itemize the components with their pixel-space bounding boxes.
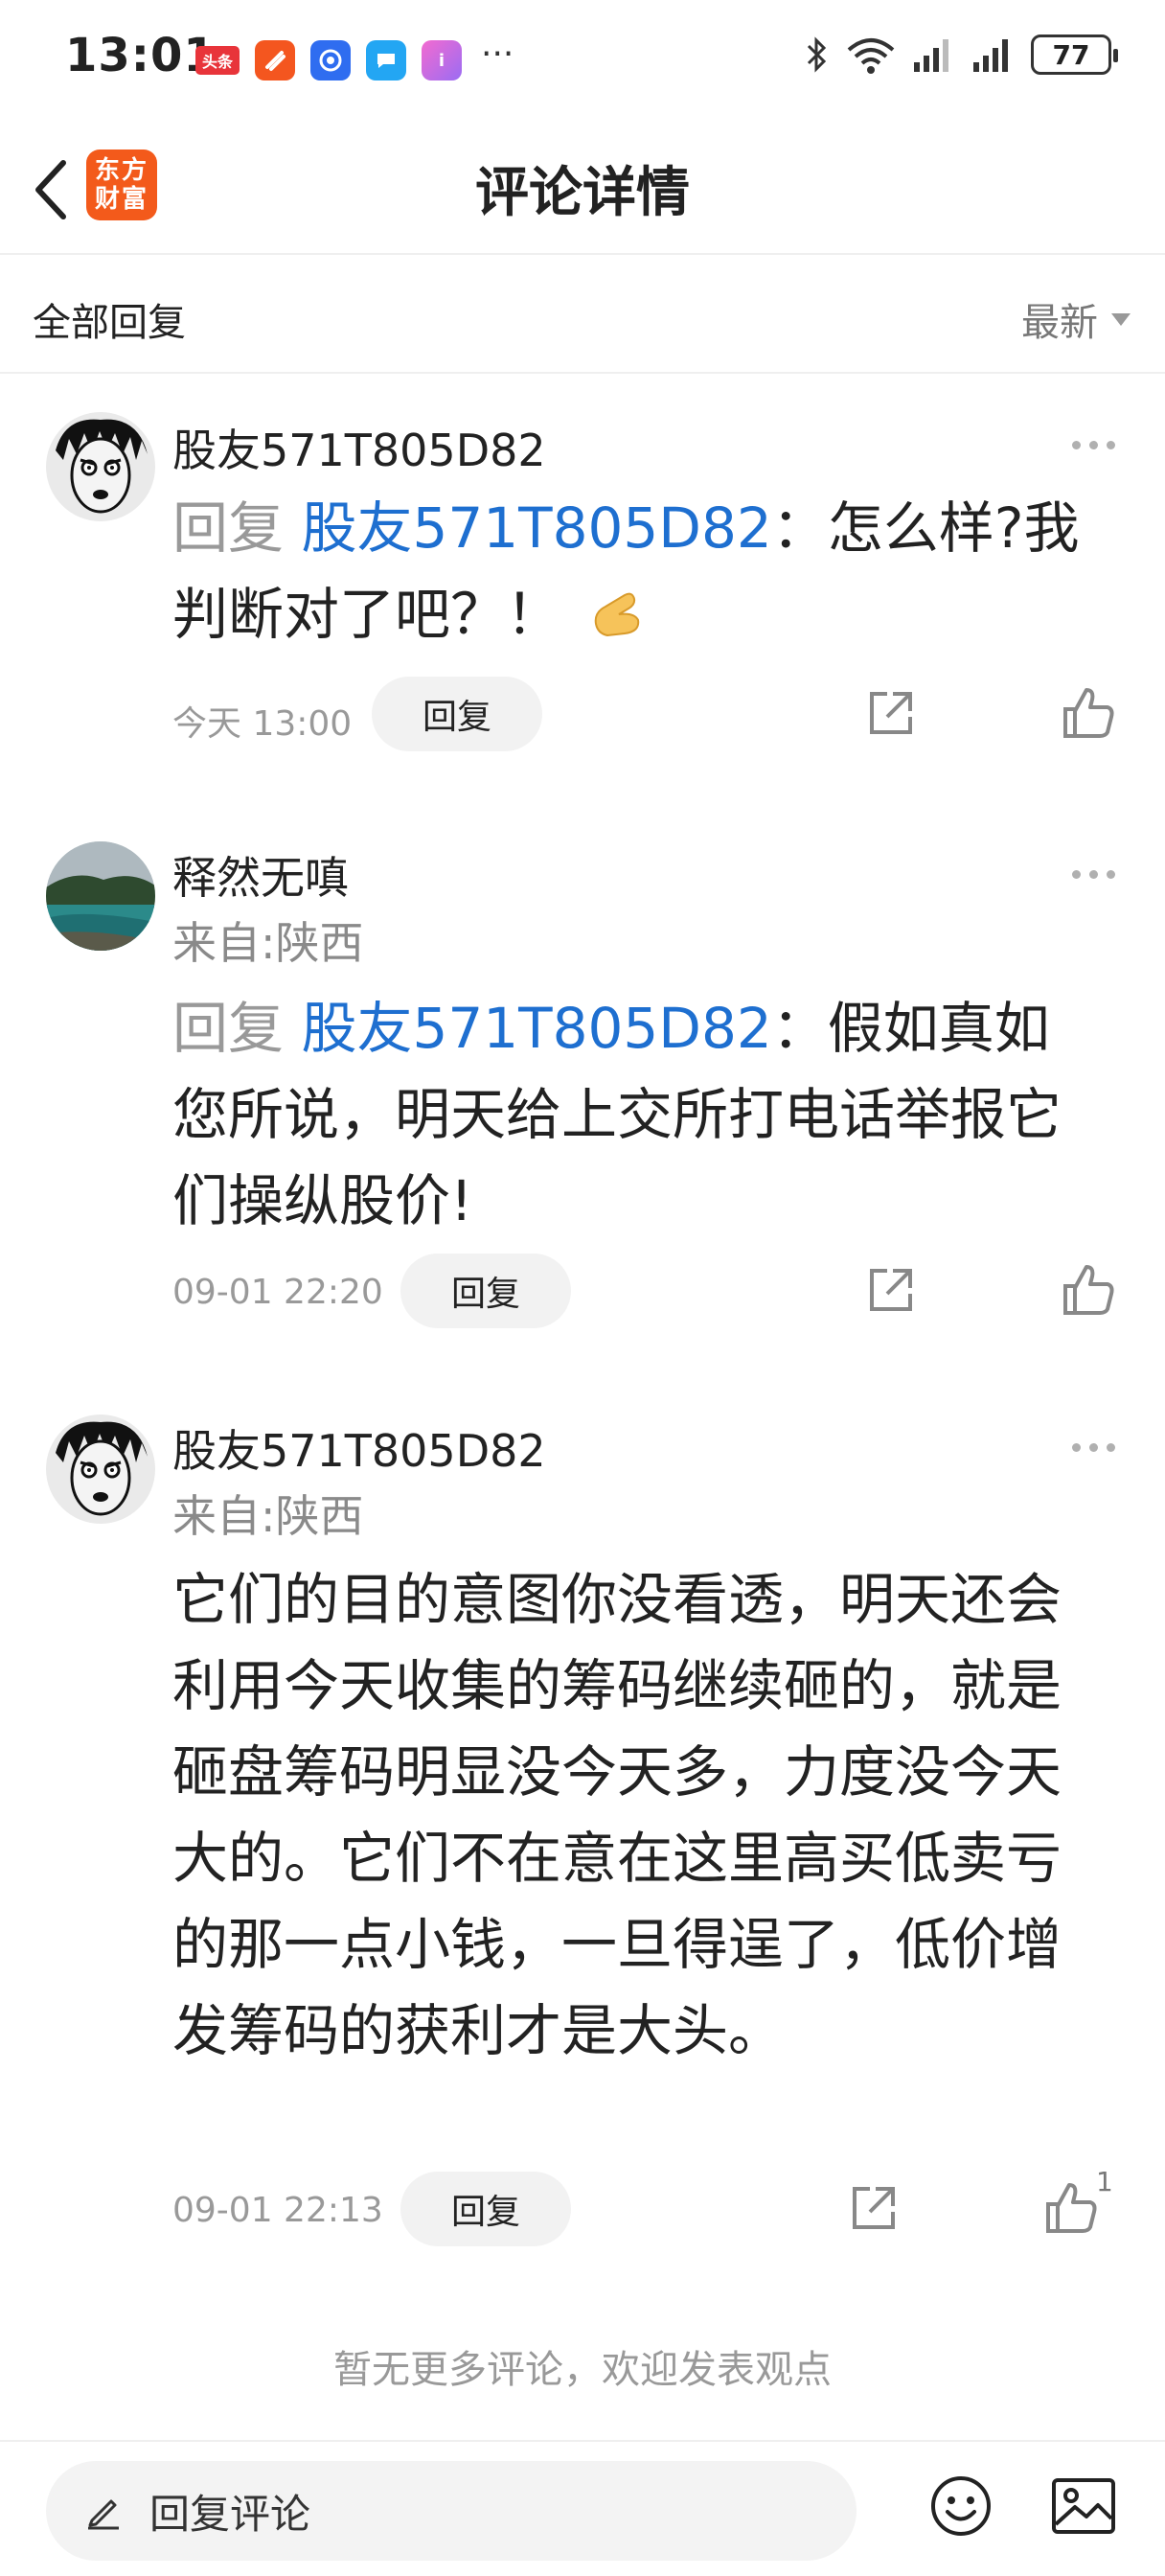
more-notifications-icon: ··· xyxy=(481,34,514,74)
bluetooth-icon xyxy=(807,36,827,73)
more-options-button[interactable] xyxy=(1072,870,1115,879)
share-icon[interactable] xyxy=(864,1263,918,1317)
more-options-button[interactable] xyxy=(1072,441,1115,449)
thumbs-up-icon[interactable] xyxy=(1042,2179,1100,2237)
username[interactable]: 股友571T805D82 xyxy=(172,1416,546,1480)
sort-bar: 全部回复 最新 xyxy=(0,255,1165,374)
reply-prefix: 回复 xyxy=(172,996,285,1061)
bottom-bar: 回复评论 xyxy=(0,2440,1165,2576)
share-icon[interactable] xyxy=(864,686,918,740)
timestamp: 09-01 22:13 xyxy=(172,2191,383,2230)
system-status: 77 xyxy=(805,34,1118,75)
avatar[interactable] xyxy=(46,1414,155,1524)
avatar[interactable] xyxy=(46,412,155,521)
thumbs-up-icon[interactable] xyxy=(1060,684,1117,742)
signal-icon-2 xyxy=(973,39,1008,72)
timestamp: 今天 13:00 xyxy=(172,704,353,744)
mention-link[interactable]: 股友571T805D82 xyxy=(301,996,771,1061)
like-count: 1 xyxy=(1096,2166,1113,2197)
comment-body: 它们的目的意图你没看透，明天还会利用今天收集的筹码继续砸的，就是砸盘筹码明显没今… xyxy=(172,1556,1092,2074)
image-icon[interactable] xyxy=(1050,2474,1117,2538)
comment-body: 回复 股友571T805D82：怎么样?我判断对了吧？！ xyxy=(172,485,1092,657)
more-options-button[interactable] xyxy=(1072,1443,1115,1452)
pinching-hand-emoji-icon xyxy=(594,592,640,637)
location: 来自:陕西 xyxy=(172,917,364,969)
notification-icons: 头条 i ··· xyxy=(195,34,514,80)
thumbs-up-icon[interactable] xyxy=(1060,1261,1117,1319)
all-replies-label: 全部回复 xyxy=(33,301,186,345)
username[interactable]: 股友571T805D82 xyxy=(172,416,546,479)
page-title: 评论详情 xyxy=(475,162,690,224)
status-time: 13:01 xyxy=(65,29,217,82)
pink-app-icon: i xyxy=(422,40,462,80)
header: 东方 财富 评论详情 xyxy=(0,125,1165,255)
share-icon[interactable] xyxy=(847,2181,901,2235)
no-more-comments-text: 暂无更多评论，欢迎发表观点 xyxy=(333,2348,832,2392)
comment-meta: 09-01 22:20 回复 xyxy=(172,1254,1121,1330)
sort-label: 最新 xyxy=(1021,301,1098,345)
comment-meta: 09-01 22:13 回复 1 xyxy=(172,2166,1121,2248)
reply-input-placeholder: 回复评论 xyxy=(149,2490,311,2538)
reply-button[interactable]: 回复 xyxy=(400,2172,571,2246)
battery-indicator: 77 xyxy=(1031,34,1118,75)
reply-button[interactable]: 回复 xyxy=(372,677,542,751)
status-bar: 13:01 头条 i ··· 77 xyxy=(0,0,1165,115)
sort-dropdown[interactable]: 最新 xyxy=(1021,291,1131,347)
message-app-icon xyxy=(366,40,406,80)
location: 来自:陕西 xyxy=(172,1490,364,1542)
timestamp: 09-01 22:20 xyxy=(172,1273,383,1312)
mention-link[interactable]: 股友571T805D82 xyxy=(301,495,771,561)
avatar[interactable] xyxy=(46,841,155,951)
dropdown-arrow-icon xyxy=(1111,312,1131,326)
wifi-icon xyxy=(847,38,895,74)
comment-text: 它们的目的意图你没看透，明天还会利用今天收集的筹码继续砸的，就是砸盘筹码明显没今… xyxy=(172,1567,1062,2063)
comment-meta: 今天 13:00 回复 xyxy=(172,677,1121,753)
emoji-icon[interactable] xyxy=(929,2474,993,2538)
blue-app-icon xyxy=(310,40,351,80)
pencil-icon xyxy=(88,2499,119,2530)
signal-icon xyxy=(914,39,948,72)
reply-button[interactable]: 回复 xyxy=(400,1254,571,1328)
orange-app-icon xyxy=(255,40,295,80)
toutiao-app-icon: 头条 xyxy=(195,46,240,75)
reply-prefix: 回复 xyxy=(172,495,285,561)
comment-body: 回复 股友571T805D82：假如真如您所说，明天给上交所打电话举报它们操纵股… xyxy=(172,985,1092,1244)
username[interactable]: 释然无嗔 xyxy=(172,843,349,907)
reply-comment-input[interactable]: 回复评论 xyxy=(46,2461,857,2561)
